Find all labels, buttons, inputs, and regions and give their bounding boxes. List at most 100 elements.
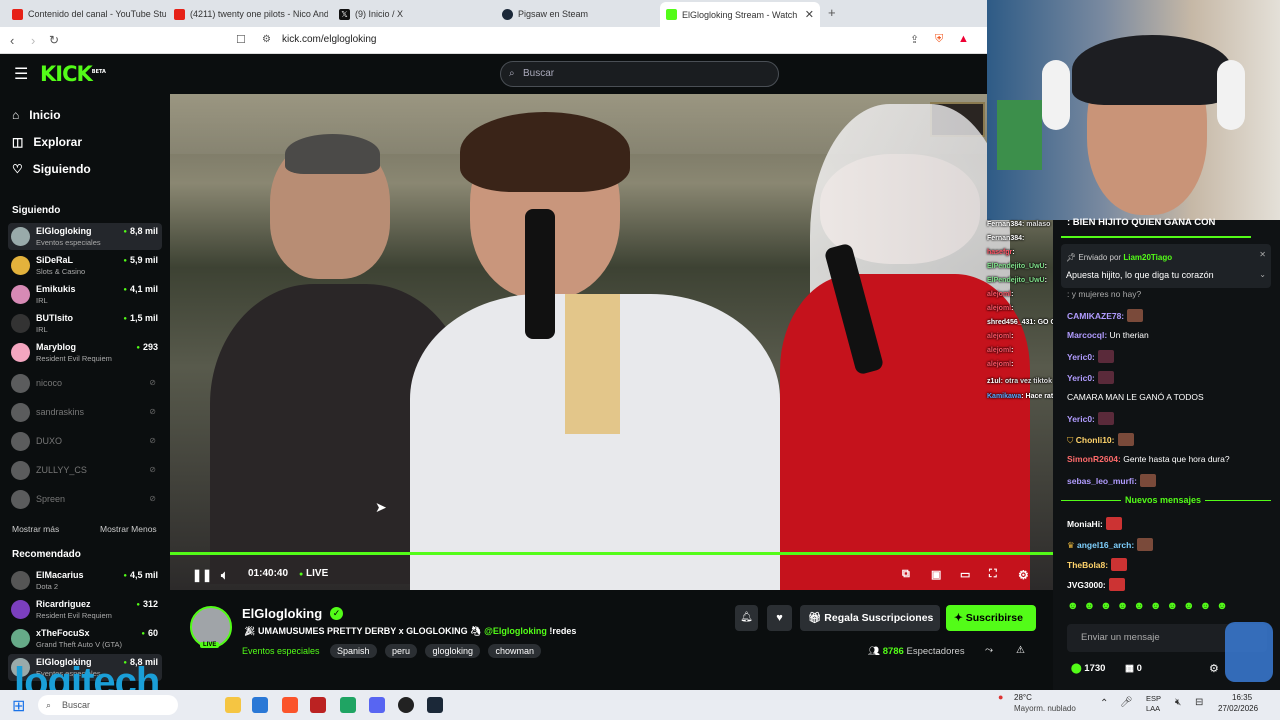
channel-item-offline[interactable]: sandraskins ⊘ [8, 399, 162, 426]
unpin-icon[interactable]: ✕ [1259, 250, 1266, 259]
tag-chip[interactable]: Spanish [330, 644, 377, 658]
emote-icon[interactable]: ☻ [1133, 600, 1150, 612]
search-input[interactable]: ⌕ Buscar [500, 61, 779, 87]
weather-desc[interactable]: Mayorm. nublado [1014, 704, 1076, 713]
progress-bar[interactable] [170, 552, 1053, 555]
emote-bar[interactable]: ☻☻☻☻☻☻☻☻☻☻ [1067, 600, 1233, 612]
nav-explorar[interactable]: ◫ Explorar [12, 135, 82, 149]
clip-icon[interactable]: ⧉ [902, 568, 910, 581]
clock-date[interactable]: 27/02/2026 [1218, 704, 1258, 713]
chevron-down-icon[interactable]: ⌄ [1259, 270, 1266, 279]
settings-icon[interactable]: ⚙ [1018, 568, 1029, 582]
pinned-message[interactable]: 📌︎ Enviado por Liam20Tiago Apuesta hijit… [1061, 244, 1271, 288]
channel-item[interactable]: Maryblog Resident Evil Requiem 293 [8, 339, 162, 366]
network-icon[interactable]: ⊟ [1195, 697, 1203, 708]
back-icon[interactable]: ‹ [10, 33, 14, 48]
keyboard-layout[interactable]: LAA [1146, 704, 1160, 713]
weather-temp[interactable]: 28°C [1014, 693, 1032, 702]
file-explorer-icon[interactable] [225, 697, 241, 713]
channel-item-offline[interactable]: ZULLYY_CS ⊘ [8, 457, 162, 484]
show-less-link[interactable]: Mostrar Menos [100, 524, 157, 534]
channel-item-offline[interactable]: DUXO ⊘ [8, 428, 162, 455]
channel-name[interactable]: ElGlogloking [242, 606, 322, 621]
chat-username[interactable]: angel16_arch: [1077, 540, 1134, 550]
chat-username[interactable]: Yeric0: [1067, 373, 1095, 383]
clock-time[interactable]: 16:35 [1232, 693, 1252, 702]
nav-inicio[interactable]: ⌂ Inicio [12, 108, 61, 122]
emote-icon[interactable]: ☻ [1150, 600, 1167, 612]
emote-icon[interactable]: ☻ [1216, 600, 1233, 612]
menu-icon[interactable]: ☰ [14, 64, 28, 84]
tag-chip[interactable]: chowman [488, 644, 541, 658]
chat-username[interactable]: Marcocql: [1067, 330, 1107, 340]
fullscreen-icon[interactable]: ⛶ [989, 568, 997, 581]
channel-item-offline[interactable]: nicoco ⊘ [8, 370, 162, 397]
emote-icon[interactable]: ☻ [1200, 600, 1217, 612]
discord-icon[interactable] [369, 697, 385, 713]
emote-icon[interactable]: ☻ [1117, 600, 1134, 612]
channel-item-offline[interactable]: Spreen ⊘ [8, 486, 162, 513]
show-more-link[interactable]: Mostrar más [12, 524, 59, 534]
language-code[interactable]: ESP [1146, 694, 1161, 703]
brave-shield-icon[interactable]: ⛨ [935, 33, 943, 46]
channel-item[interactable]: SiDeRaL Slots & Casino 5,9 mil [8, 252, 162, 279]
new-tab-icon[interactable]: + [828, 5, 836, 20]
nav-siguiendo[interactable]: ♡ Siguiendo [12, 162, 91, 176]
category-link[interactable]: Eventos especiales [242, 646, 320, 656]
chat-username[interactable]: JVG3000: [1067, 580, 1106, 590]
close-tab-icon[interactable]: ✕ [805, 8, 814, 21]
notification-bell-icon[interactable]: 🔔︎ [735, 605, 758, 631]
browser-tab[interactable]: Contenido del canal - YouTube Studi [6, 3, 166, 25]
browser-tab-active[interactable]: ElGlogloking Stream - Watch ✕ [660, 2, 820, 27]
channel-item[interactable]: ElGlogloking Eventos especiales 8,8 mil [8, 223, 162, 250]
brave-rewards-icon[interactable]: ▲ [958, 33, 969, 45]
emote-icon[interactable]: ☻ [1100, 600, 1117, 612]
channel-item[interactable]: xTheFocuSx Grand Theft Auto V (GTA) 60 [8, 625, 162, 652]
store-icon[interactable] [252, 697, 268, 713]
browser-tab[interactable]: Pigsaw en Steam [496, 3, 656, 25]
kick-logo[interactable]: KICKBETA [40, 62, 106, 86]
volume-icon[interactable]: 🔇︎ [1175, 697, 1181, 708]
mention-link[interactable]: @Elglogloking [484, 626, 547, 636]
steam-icon[interactable] [427, 697, 443, 713]
chat-username[interactable]: TheBola8: [1067, 560, 1108, 570]
video-player[interactable]: ❚❚ 🔈︎ 01:40:40 ● LIVE ⧉ ▣ ▭ ⛶ ⚙ ➤ [170, 94, 1053, 590]
taskbar-search[interactable]: ⌕ Buscar [38, 695, 178, 715]
browser-tab[interactable]: 𝕏 (9) Inicio / X [333, 3, 493, 25]
channel-item[interactable]: ElMacarius Dota 2 4,5 mil [8, 567, 162, 594]
brave-icon[interactable] [282, 697, 298, 713]
tag-chip[interactable]: glogloking [425, 644, 480, 658]
emote-icon[interactable]: ☻ [1084, 600, 1101, 612]
microphone-icon[interactable]: 🎤︎ [1120, 697, 1133, 708]
follow-heart-icon[interactable]: ♥ [767, 605, 792, 631]
chat-username[interactable]: sebas_leo_murfi: [1067, 476, 1137, 486]
share-icon[interactable]: ⇪ [910, 33, 919, 46]
chevron-up-icon[interactable]: ⌃ [1100, 698, 1108, 709]
subscribe-button[interactable]: ✦ Suscribirse [946, 605, 1036, 631]
chat-username[interactable]: CAMIKAZE78: [1067, 311, 1124, 321]
bookmark-icon[interactable]: ☐ [236, 33, 246, 46]
spreadsheet-icon[interactable] [340, 697, 356, 713]
site-info-icon[interactable]: ⚙ [262, 34, 271, 45]
report-icon[interactable]: ⚠ [1016, 645, 1025, 656]
channel-item[interactable]: BUTIsito IRL 1,5 mil [8, 310, 162, 337]
app-icon[interactable] [310, 697, 326, 713]
windows-start-icon[interactable]: ⊞ [12, 696, 25, 716]
chat-username[interactable]: Yeric0: [1067, 352, 1095, 362]
channel-item[interactable]: Ricardriguez Resident Evil Requiem 312 [8, 596, 162, 623]
emote-icon[interactable]: ☻ [1166, 600, 1183, 612]
emote-icon[interactable]: ☻ [1183, 600, 1200, 612]
channel-item[interactable]: Emikukis IRL 4,1 mil [8, 281, 162, 308]
pip-icon[interactable]: ▣ [931, 568, 941, 581]
url-field[interactable]: kick.com/elglogloking [282, 34, 377, 45]
chat-username[interactable]: SimonR2604: [1067, 454, 1121, 464]
chat-username[interactable]: Yeric0: [1067, 414, 1095, 424]
browser-tab[interactable]: (4211) twenty one pilots - Nico And [168, 3, 328, 25]
volume-icon[interactable]: 🔈︎ [221, 568, 228, 583]
pause-icon[interactable]: ❚❚ [192, 568, 212, 582]
chat-username[interactable]: Chonli10: [1076, 435, 1115, 445]
gift-counter[interactable]: ▦ 0 [1125, 663, 1142, 674]
tag-chip[interactable]: peru [384, 644, 417, 658]
forward-icon[interactable]: › [31, 33, 35, 48]
reload-icon[interactable]: ↻ [49, 33, 59, 47]
